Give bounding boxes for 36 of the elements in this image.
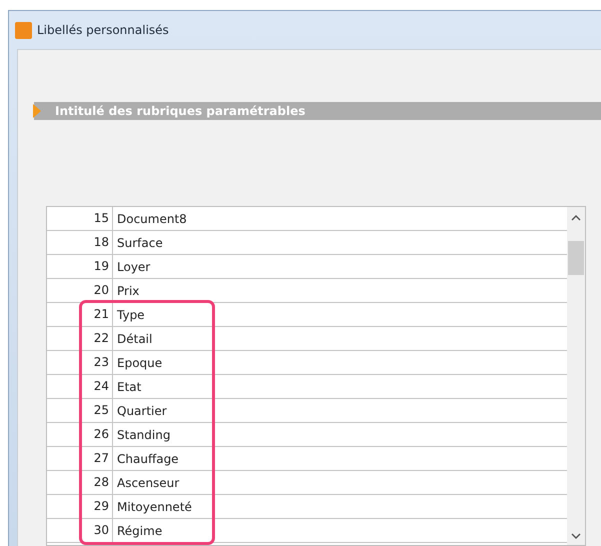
window-title: Libellés personnalisés <box>37 23 169 37</box>
app-logo-icon <box>15 22 32 38</box>
row-number: 15 <box>47 207 113 230</box>
row-number: 28 <box>47 471 113 494</box>
row-label[interactable]: Quartier <box>113 404 167 418</box>
row-number: 26 <box>47 423 113 446</box>
row-number: 18 <box>47 231 113 254</box>
row-number: 29 <box>47 495 113 518</box>
row-label[interactable]: Mitoyenneté <box>113 500 192 514</box>
row-number: 23 <box>47 351 113 374</box>
scroll-thumb[interactable] <box>568 241 584 275</box>
row-number: 25 <box>47 399 113 422</box>
row-number: 27 <box>47 447 113 470</box>
row-label[interactable]: Ascenseur <box>113 476 180 490</box>
row-number: 22 <box>47 327 113 350</box>
row-label[interactable]: Type <box>113 308 145 322</box>
row-label[interactable]: Détail <box>113 332 152 346</box>
row-label[interactable]: Loyer <box>113 260 150 274</box>
row-number: 30 <box>47 519 113 542</box>
scroll-down-icon[interactable] <box>571 533 581 539</box>
row-label[interactable]: Document8 <box>113 212 187 226</box>
triangle-icon <box>33 104 41 118</box>
row-label[interactable]: Chauffage <box>113 452 179 466</box>
row-number: 20 <box>47 279 113 302</box>
row-label[interactable]: Surface <box>113 236 163 250</box>
row-label[interactable]: Etat <box>113 380 142 394</box>
row-number: 19 <box>47 255 113 278</box>
scroll-up-icon[interactable] <box>571 215 581 221</box>
row-label[interactable]: Epoque <box>113 356 162 370</box>
row-label[interactable]: Standing <box>113 428 170 442</box>
scrollbar[interactable] <box>567 207 585 545</box>
row-label[interactable]: Prix <box>113 284 140 298</box>
row-number: 24 <box>47 375 113 398</box>
section-title: Intitulé des rubriques paramétrables <box>55 104 306 118</box>
row-label[interactable]: Régime <box>113 524 162 538</box>
row-number: 21 <box>47 303 113 326</box>
